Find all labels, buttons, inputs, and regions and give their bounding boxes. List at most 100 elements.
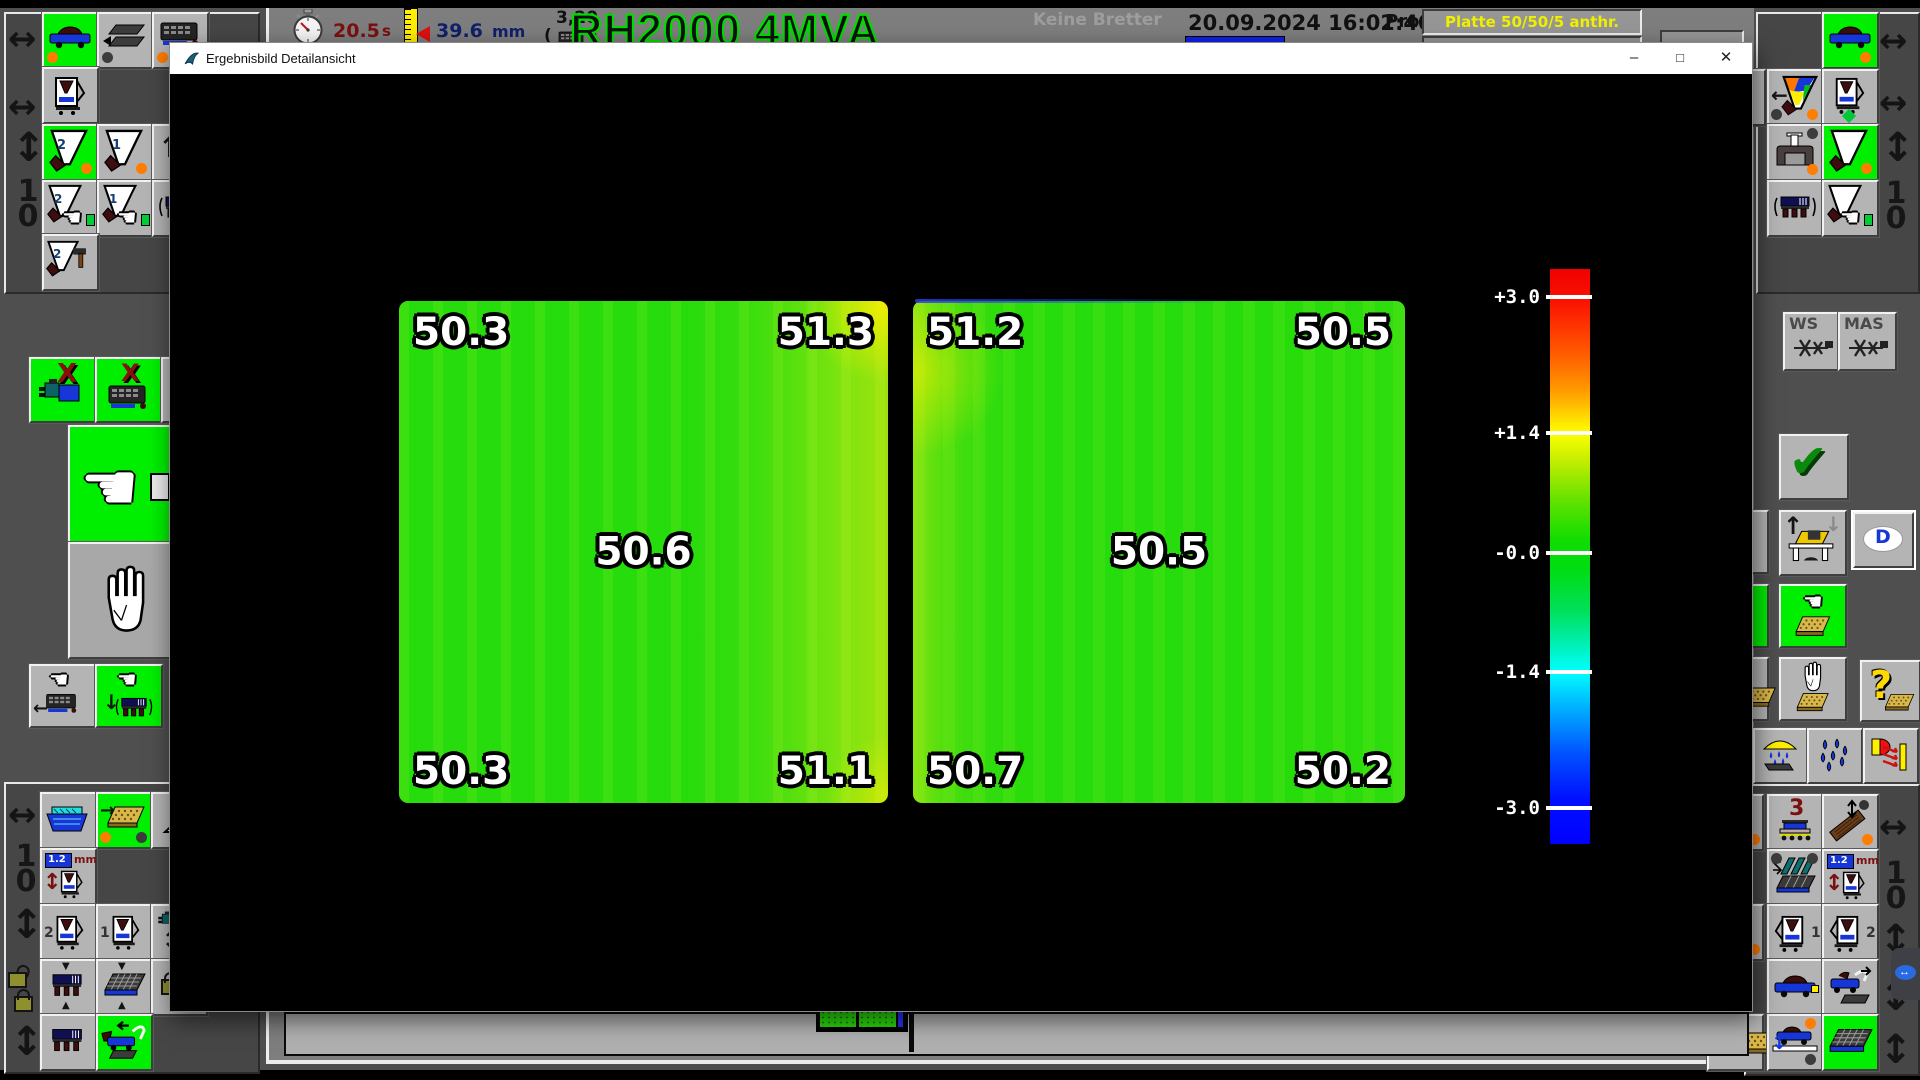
- status-dot: [1807, 109, 1818, 120]
- transport-car-button[interactable]: [42, 12, 99, 69]
- waffle-plate-icon: [101, 971, 147, 1001]
- conveyor-3-button[interactable]: 3: [1767, 794, 1824, 851]
- vibrator-button[interactable]: [1767, 180, 1824, 237]
- diagnose-button[interactable]: D: [1853, 512, 1914, 568]
- tri-up-icon: ▲: [62, 1001, 70, 1011]
- height-adjust-button[interactable]: 1.2 mm ↕: [1822, 849, 1879, 906]
- hopper-2-service-button[interactable]: 2: [42, 234, 99, 291]
- hopper-number: 1: [112, 139, 121, 152]
- press-icon: [113, 694, 155, 722]
- stack-left-icon: [102, 22, 146, 52]
- spray-button[interactable]: [1753, 728, 1809, 784]
- status-dot: [1807, 128, 1818, 139]
- cart-2-button[interactable]: 2: [40, 904, 97, 961]
- minimize-button[interactable]: –: [1611, 43, 1657, 74]
- board-stack-button[interactable]: [97, 12, 154, 69]
- scale-label: +1.4: [1466, 424, 1540, 443]
- v-arrow-indicator: ↕: [1879, 1030, 1913, 1070]
- status-message: Keine Bretter: [1033, 12, 1162, 29]
- result-image-button[interactable]: ←: [1767, 69, 1824, 126]
- dosing-cart-button[interactable]: [42, 67, 99, 124]
- cart-1-button[interactable]: 1: [1767, 904, 1824, 961]
- conveyor-icon: [1772, 814, 1818, 844]
- dosing-cart-button[interactable]: [1822, 69, 1879, 126]
- x-mark: X: [121, 361, 140, 385]
- product-field[interactable]: Platte 50/50/5 anthr.: [1422, 9, 1642, 35]
- hopper-number: 2: [54, 193, 62, 205]
- hopper-1-button[interactable]: 1: [97, 124, 154, 181]
- value-top-left: 51.2: [927, 313, 1023, 352]
- confirm-button[interactable]: ✔: [1779, 434, 1849, 500]
- return-transport-button[interactable]: ☚ ←: [29, 664, 97, 728]
- scale-label: -0.0: [1466, 544, 1540, 563]
- waffle-out-button[interactable]: [1822, 1014, 1879, 1071]
- dialog-title-bar[interactable]: Ergebnisbild Detailansicht – □ ✕: [170, 43, 1752, 74]
- status-dot: [157, 52, 168, 63]
- car-scale-button[interactable]: ↕: [1767, 1014, 1824, 1071]
- spray-icon: [1759, 736, 1801, 772]
- transport-car-button[interactable]: [1822, 12, 1879, 69]
- car-unload-button[interactable]: [1822, 959, 1879, 1016]
- height-adjust-button[interactable]: 1.2 mm ↕: [40, 848, 97, 905]
- scale-label: -3.0: [1466, 799, 1540, 818]
- help-button[interactable]: ?: [1860, 660, 1920, 722]
- manual-mode-button[interactable]: ☚: [68, 425, 179, 544]
- close-button[interactable]: ✕: [1703, 43, 1749, 74]
- maximize-button[interactable]: □: [1657, 43, 1703, 74]
- cart-2-button[interactable]: 2: [1822, 904, 1879, 961]
- remote-access-tab[interactable]: ↔: [1891, 948, 1920, 1000]
- plate-infeed-button[interactable]: →: [96, 792, 153, 849]
- scatter-head-icon: [105, 383, 149, 413]
- heater-button[interactable]: [1863, 728, 1919, 784]
- v-arrow-indicator: ↕: [1881, 128, 1915, 168]
- waffle-lift-button[interactable]: ▼ ▲: [96, 959, 153, 1016]
- scatter-off-button[interactable]: X: [95, 357, 163, 423]
- result-detail-dialog: Ergebnisbild Detailansicht – □ ✕ 50.3 51…: [169, 42, 1753, 1012]
- water-tray-button[interactable]: [40, 792, 97, 849]
- car-icon: [48, 24, 92, 50]
- mm-unit: mm: [1856, 855, 1879, 866]
- manual-scatter-button[interactable]: ☚ ↓: [95, 664, 163, 728]
- vacuum-car-button[interactable]: [96, 1014, 153, 1071]
- hopper-2-button[interactable]: 2: [42, 124, 99, 181]
- hopper-2-manual-button[interactable]: 2 ☚: [42, 180, 99, 237]
- stop-hand-button[interactable]: [68, 542, 179, 659]
- main-frame-bottom-line: [0, 1060, 1920, 1064]
- stop-plate-button[interactable]: [1779, 657, 1847, 721]
- tool-icon: [1845, 336, 1889, 360]
- hopper-button[interactable]: [1822, 124, 1879, 181]
- plate-lift-button[interactable]: ↑ ↓: [1779, 510, 1847, 576]
- trailer-button[interactable]: [1767, 959, 1824, 1016]
- hopper-manual-button[interactable]: ☚: [1822, 180, 1879, 237]
- h-arrow-indicator: ↔: [1879, 810, 1908, 844]
- manual-plate-button[interactable]: ☚: [1779, 584, 1847, 648]
- cart-number: 1: [1811, 926, 1821, 940]
- thumb-plate-left: [820, 1010, 856, 1027]
- press-icon: [46, 971, 90, 1001]
- v-arrow-indicator: ↕: [10, 905, 44, 945]
- cart-1-button[interactable]: 1: [96, 904, 153, 961]
- value-center: 50.5: [1111, 533, 1207, 572]
- press-button[interactable]: [1767, 124, 1824, 181]
- unlock-icon: [8, 972, 27, 988]
- water-drops-button[interactable]: [1807, 728, 1863, 784]
- vibrator-icon: [1772, 192, 1818, 224]
- io-indicator: 1 0: [14, 180, 42, 229]
- camera-off-button[interactable]: X: [29, 357, 97, 423]
- blades-button[interactable]: [1767, 849, 1824, 906]
- press-station-button[interactable]: [40, 1014, 97, 1071]
- hand-pointer-icon: ☚: [62, 208, 82, 230]
- cycle-time-unit: s: [382, 24, 391, 39]
- ruler-pointer-icon: [416, 26, 430, 42]
- dosing-cart-icon: [1773, 910, 1807, 954]
- hopper-1-manual-button[interactable]: 1 ☚: [97, 180, 154, 237]
- v-arrow-indicator: ↕: [12, 128, 46, 168]
- tilt-conveyor-button[interactable]: [1822, 794, 1879, 851]
- io-indicator: 1 0: [1882, 862, 1910, 911]
- value-top-right: 51.3: [778, 313, 874, 352]
- mas-button[interactable]: MAS: [1838, 312, 1897, 371]
- status-dot: [1861, 163, 1872, 174]
- ws-button[interactable]: WS: [1783, 312, 1842, 371]
- press-lift-button[interactable]: ▼ ▲: [40, 959, 97, 1016]
- measurement-image-right-plate: 51.2 50.5 50.5 50.7 50.2: [913, 301, 1405, 803]
